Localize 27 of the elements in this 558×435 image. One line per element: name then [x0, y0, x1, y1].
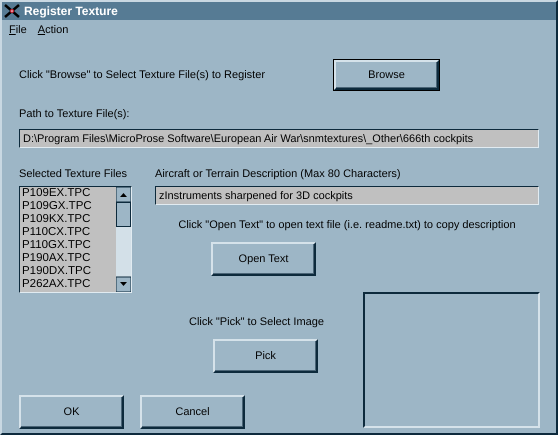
- window-title: Register Texture: [24, 4, 118, 18]
- pick-instruction: Click "Pick" to Select Image: [189, 316, 324, 328]
- list-item[interactable]: P109GX.TPC: [22, 200, 116, 213]
- list-item[interactable]: P190DX.TPC: [22, 265, 116, 278]
- path-label: Path to Texture File(s):: [19, 108, 130, 120]
- list-item[interactable]: P110GX.TPC: [22, 239, 116, 252]
- open-text-instruction: Click "Open Text" to open text file (i.e. readme.txt) to copy description: [178, 219, 516, 231]
- menu-item[interactable]: Action: [38, 24, 68, 40]
- browse-instruction: Click "Browse" to Select Texture File(s) to Register: [19, 69, 266, 81]
- path-field[interactable]: D:\Program Files\MicroProse Software\European Air War\snmtextures\_Other\666th cockpits: [19, 129, 539, 148]
- list-item[interactable]: P109EX.TPC: [22, 187, 116, 200]
- open-text-button[interactable]: Open Text: [211, 242, 316, 276]
- files-label: Selected Texture Files: [19, 168, 128, 180]
- menu-item[interactable]: File: [9, 24, 27, 40]
- description-label: Aircraft or Terrain Description (Max 80 Characters): [155, 168, 401, 180]
- pick-button[interactable]: Pick: [213, 339, 318, 373]
- list-item[interactable]: P262AX.TPC: [22, 278, 116, 291]
- file-list[interactable]: P109EX.TPC P109GX.TPC P109KX.TPC P110CX.TPC P110GX.TPC P190AX.TPC P190DX.TPC P262AX.TPC: [19, 186, 132, 293]
- list-item[interactable]: P190AX.TPC: [22, 252, 116, 265]
- list-item[interactable]: P109KX.TPC: [22, 213, 116, 226]
- cancel-button[interactable]: Cancel: [140, 395, 245, 429]
- ok-button[interactable]: OK: [19, 395, 124, 429]
- description-field[interactable]: zInstruments sharpened for 3D cockpits: [155, 186, 539, 205]
- scrollbar[interactable]: [116, 187, 131, 292]
- crossed-tools-icon: [4, 4, 20, 18]
- list-item[interactable]: P110CX.TPC: [22, 226, 116, 239]
- browse-button[interactable]: Browse: [334, 60, 439, 90]
